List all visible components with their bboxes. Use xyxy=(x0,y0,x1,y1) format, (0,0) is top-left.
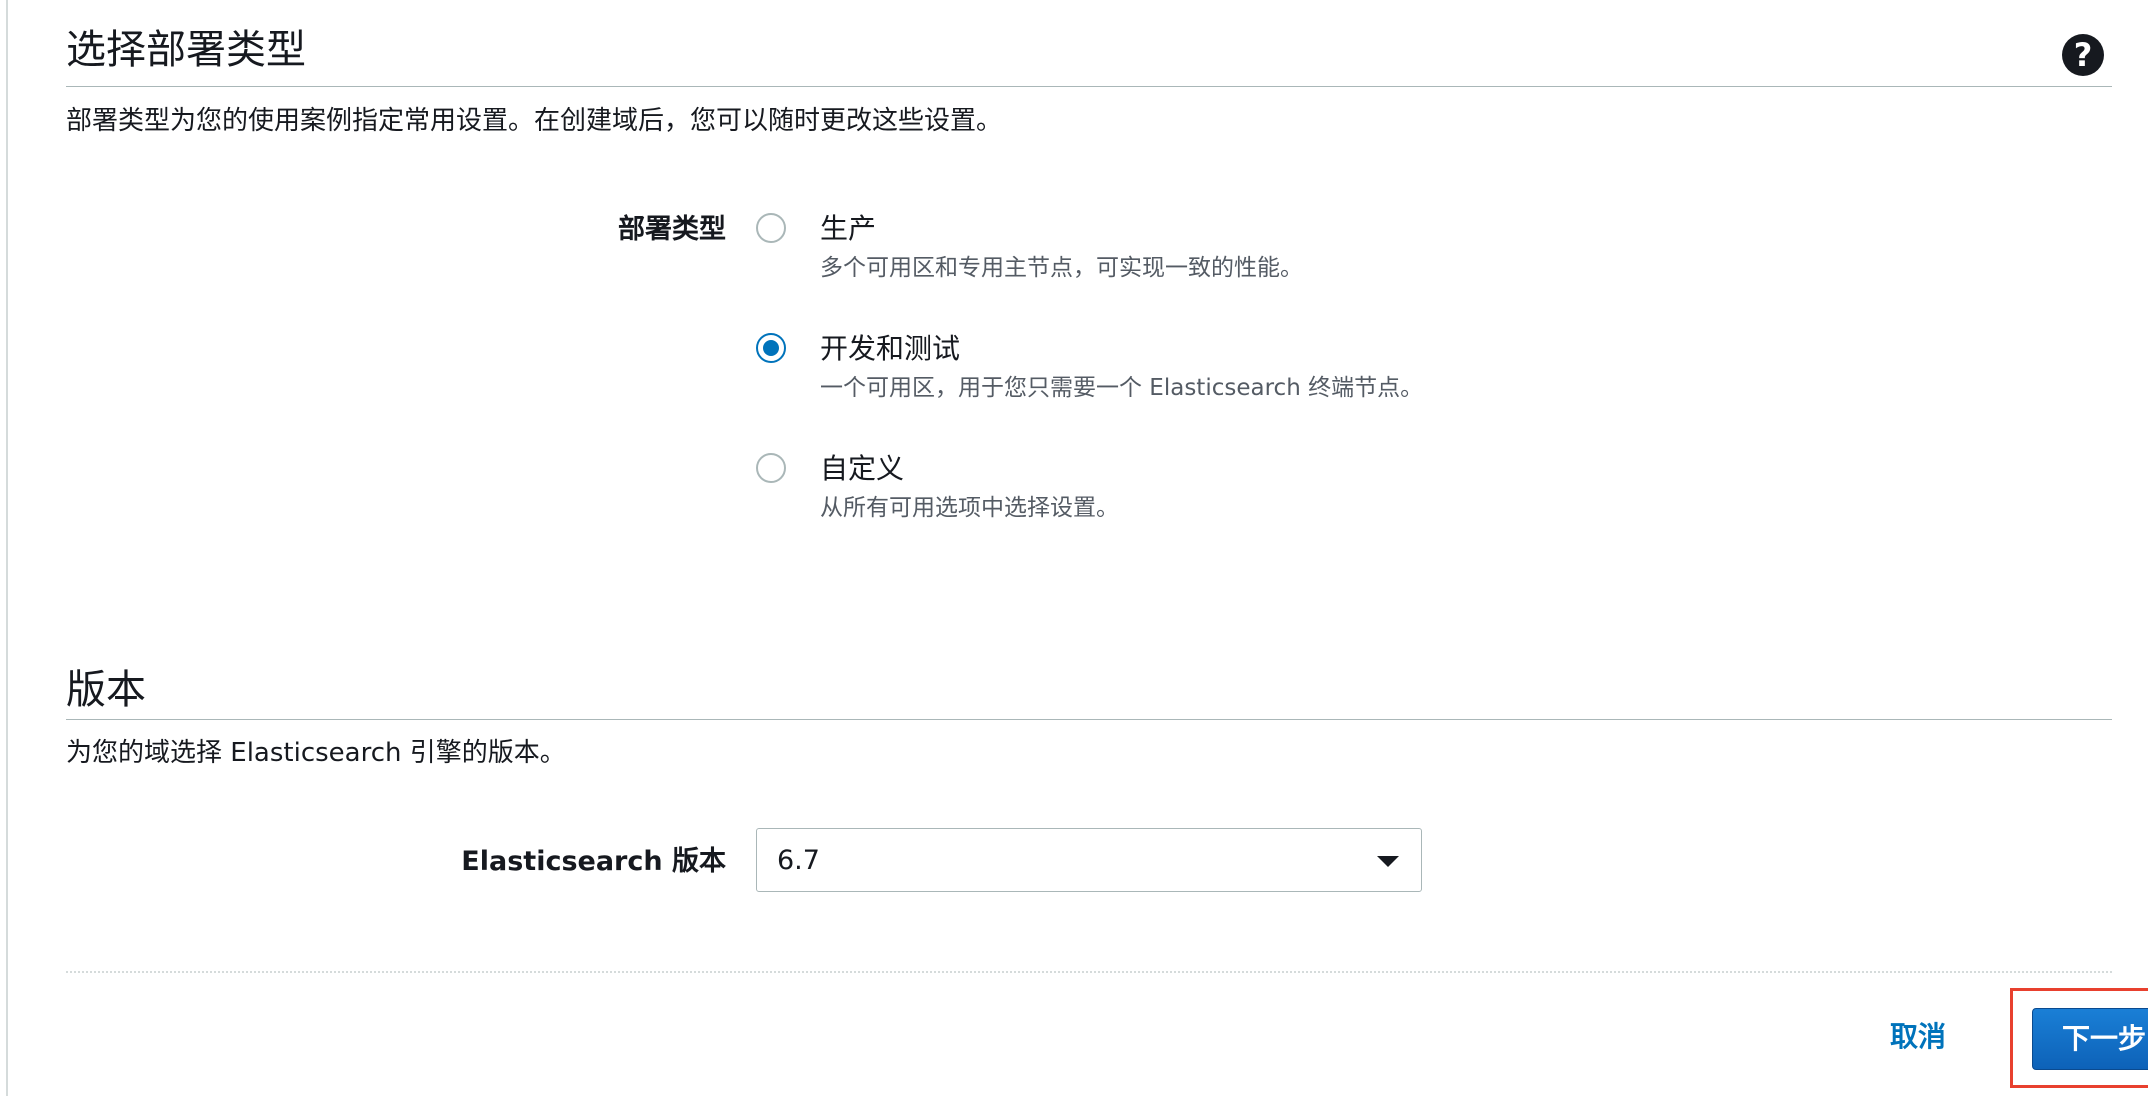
radio-custom[interactable] xyxy=(756,453,786,483)
version-section-description: 为您的域选择 Elasticsearch 引擎的版本。 xyxy=(66,738,566,768)
deployment-section-divider xyxy=(66,86,2112,87)
option-production-description: 多个可用区和专用主节点，可实现一致的性能。 xyxy=(820,255,1303,281)
version-section-title: 版本 xyxy=(66,667,146,713)
deployment-type-label: 部署类型 xyxy=(618,214,726,245)
deployment-section-description: 部署类型为您的使用案例指定常用设置。在创建域后，您可以随时更改这些设置。 xyxy=(66,106,1003,136)
version-section-divider xyxy=(66,719,2112,720)
option-custom-description: 从所有可用选项中选择设置。 xyxy=(820,495,1119,521)
elasticsearch-version-select[interactable]: 6.7 xyxy=(756,828,1422,892)
caret-down-icon xyxy=(1377,856,1399,867)
cancel-button[interactable]: 取消 xyxy=(1890,1023,1946,1051)
left-border xyxy=(6,0,8,1096)
option-custom-title[interactable]: 自定义 xyxy=(820,455,904,483)
wizard-step-content: 选择部署类型 ? 部署类型为您的使用案例指定常用设置。在创建域后，您可以随时更改… xyxy=(66,0,2148,1096)
deployment-section-title: 选择部署类型 xyxy=(66,27,306,73)
radio-dev-test[interactable] xyxy=(756,333,786,363)
next-button[interactable]: 下一步 xyxy=(2032,1008,2148,1070)
footer-divider xyxy=(66,971,2112,973)
question-circle-icon[interactable]: ? xyxy=(2062,34,2104,76)
option-production-title[interactable]: 生产 xyxy=(820,215,876,243)
radio-production[interactable] xyxy=(756,213,786,243)
selected-version-value: 6.7 xyxy=(777,845,820,876)
option-dev-test-title[interactable]: 开发和测试 xyxy=(820,335,960,363)
elasticsearch-version-label: Elasticsearch 版本 xyxy=(461,846,726,877)
option-dev-test-description: 一个可用区，用于您只需要一个 Elasticsearch 终端节点。 xyxy=(820,375,1424,401)
